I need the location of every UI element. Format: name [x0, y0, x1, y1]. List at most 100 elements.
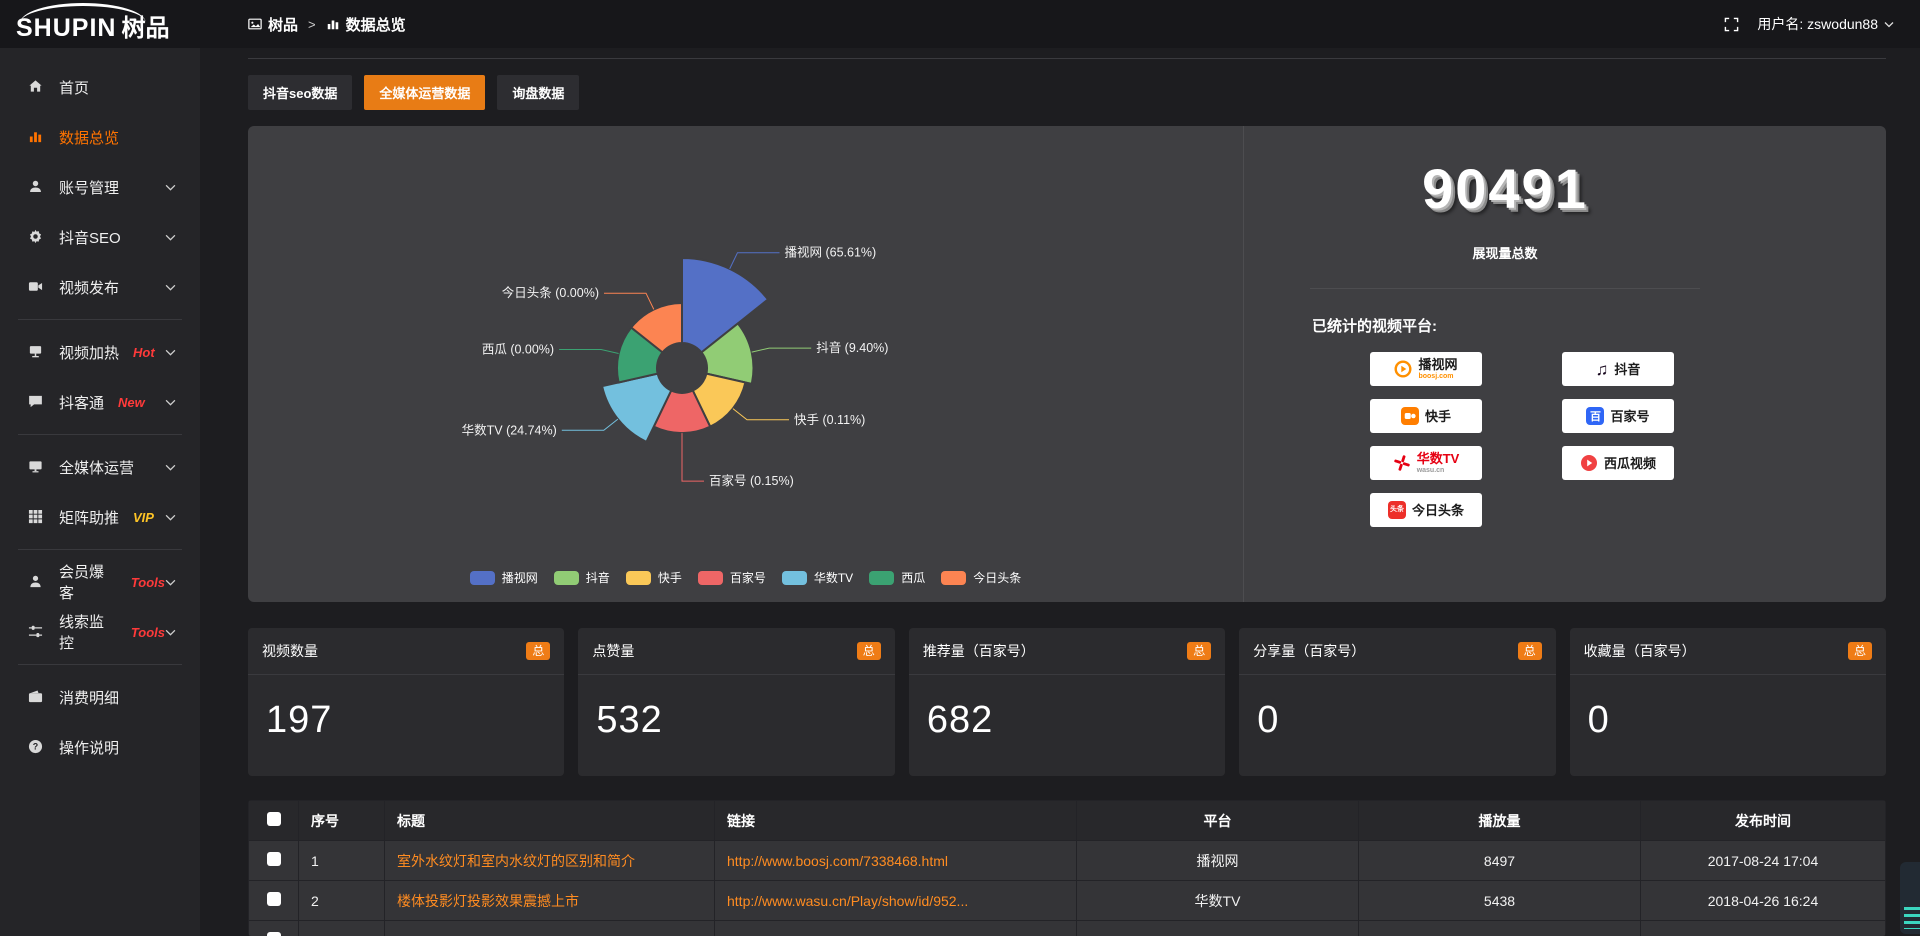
cell-platform: 华数TV	[1077, 881, 1359, 921]
chevron-down-icon	[165, 514, 176, 521]
total-badge[interactable]: 总	[526, 642, 550, 660]
platform-name: 今日头条	[1412, 504, 1464, 517]
sidebar-item-home[interactable]: 首页	[0, 62, 200, 112]
pie-slice-华数TV[interactable]	[602, 374, 671, 442]
sidebar-item-label: 消费明细	[59, 687, 119, 708]
sidebar-item-chat[interactable]: 抖客通New	[0, 377, 200, 427]
legend-item-西瓜[interactable]: 西瓜	[869, 569, 925, 586]
col-header-title: 标题	[385, 801, 715, 841]
legend-swatch	[626, 571, 651, 585]
kuaishou-logo-icon	[1401, 407, 1419, 425]
sidebar-item-bar-chart[interactable]: 数据总览	[0, 112, 200, 162]
video-icon	[28, 279, 44, 295]
total-badge[interactable]: 总	[1518, 642, 1542, 660]
chevron-down-icon	[165, 629, 176, 636]
table-row: 1室外水纹灯和室内水纹灯的区别和简介http://www.boosj.com/7…	[249, 841, 1886, 881]
total-badge[interactable]: 总	[857, 642, 881, 660]
col-header-link: 链接	[715, 801, 1077, 841]
row-checkbox[interactable]	[267, 892, 281, 906]
legend-label: 西瓜	[901, 569, 925, 586]
platform-name: 快手	[1425, 410, 1451, 423]
total-badge[interactable]: 总	[1187, 642, 1211, 660]
logo-arc	[20, 3, 146, 23]
cell-link[interactable]: http://www.wasu.cn/Play/show/id/952...	[715, 881, 1077, 921]
bar-chart-icon	[28, 129, 44, 145]
svg-text:?: ?	[33, 742, 38, 752]
platform-name: 播视网	[1418, 358, 1457, 371]
impressions-total-value: 90491	[1290, 156, 1720, 221]
wasu-logo-icon	[1393, 454, 1411, 472]
chevron-down-icon	[165, 579, 176, 586]
col-header-platform: 平台	[1077, 801, 1359, 841]
sidebar-item-heat-screen[interactable]: 视频加热Hot	[0, 327, 200, 377]
platform-subtext: wasu.cn	[1417, 467, 1445, 474]
sidebar-item-grid[interactable]: 矩阵助推VIP	[0, 492, 200, 542]
platform-badge-抖音: ♫抖音	[1562, 352, 1674, 386]
chart-legend: 播视网抖音快手百家号 华数TV 西瓜今日头条	[248, 569, 1243, 586]
stat-card-label: 分享量（百家号）	[1253, 641, 1365, 661]
pie-label: 快手 (0.11%)	[794, 413, 865, 427]
legend-label: 华数TV	[814, 569, 853, 586]
stat-card-点赞量: 点赞量总532	[578, 628, 894, 776]
sidebar-item-badge: VIP	[133, 510, 154, 525]
breadcrumb-root-label: 树品	[268, 14, 298, 35]
grid-icon	[28, 509, 44, 525]
tab-抖音seo数据[interactable]: 抖音seo数据	[248, 75, 352, 110]
legend-item-播视网[interactable]: 播视网	[470, 569, 538, 586]
sidebar-item-wallet[interactable]: 消费明细	[0, 672, 200, 722]
platform-subtext: boosj.com	[1418, 373, 1453, 380]
cell-time: 2017-08-24 17:04	[1641, 841, 1886, 881]
pie-label: 播视网 (65.61%)	[785, 245, 877, 260]
breadcrumb-root[interactable]: 树品	[248, 14, 298, 35]
select-all-checkbox[interactable]	[267, 812, 281, 826]
sidebar-item-question[interactable]: ?操作说明	[0, 722, 200, 772]
col-header-views: 播放量	[1359, 801, 1641, 841]
sidebar-item-gear[interactable]: 抖音SEO	[0, 212, 200, 262]
sidebar-divider	[18, 319, 182, 320]
tab-询盘数据[interactable]: 询盘数据	[497, 75, 579, 110]
legend-item-华数TV[interactable]: 华数TV	[782, 569, 853, 586]
sidebar-item-monitor[interactable]: 全媒体运营	[0, 442, 200, 492]
legend-item-抖音[interactable]: 抖音	[554, 569, 610, 586]
row-checkbox[interactable]	[267, 932, 281, 936]
platform-badge-华数TV: 华数TVwasu.cn	[1370, 446, 1482, 480]
legend-swatch	[869, 571, 894, 585]
platforms-title: 已统计的视频平台:	[1312, 315, 1720, 336]
sidebar-item-badge: Tools	[131, 575, 165, 590]
legend-swatch	[470, 571, 495, 585]
sidebar-item-label: 抖客通	[59, 392, 104, 413]
music-note-glyph: ♫	[1596, 361, 1609, 378]
platform-name: 西瓜视频	[1604, 457, 1656, 470]
legend-item-今日头条[interactable]: 今日头条	[941, 569, 1021, 586]
legend-item-快手[interactable]: 快手	[626, 569, 682, 586]
main-content: 抖音seo数据全媒体运营数据询盘数据 播视网 (65.61%)抖音 (9.40%…	[200, 48, 1920, 936]
rose-chart[interactable]: 播视网 (65.61%)抖音 (9.40%)快手 (0.11%)百家号 (0.1…	[248, 126, 1243, 596]
row-checkbox[interactable]	[267, 852, 281, 866]
floating-helper-widget[interactable]	[1900, 862, 1920, 934]
chevron-down-icon	[165, 184, 176, 191]
fullscreen-icon[interactable]	[1724, 17, 1739, 32]
platform-badge-西瓜视频: 西瓜视频	[1562, 446, 1674, 480]
topbar-right: 用户名: zswodun88	[1724, 14, 1920, 34]
sidebar-item-sliders[interactable]: 线索监控Tools	[0, 607, 200, 657]
sidebar-item-label: 抖音SEO	[59, 227, 121, 248]
cell-title[interactable]: 楼体投影灯投影效果震撼上市	[385, 881, 715, 921]
topbar: SHUPIN 树品 树品 > 数据总览 用户名: zswodun88	[0, 0, 1920, 48]
sidebar-item-video[interactable]: 视频发布	[0, 262, 200, 312]
chevron-down-icon	[165, 464, 176, 471]
summary-divider	[1310, 288, 1700, 289]
tab-全媒体运营数据[interactable]: 全媒体运营数据	[364, 75, 485, 110]
stat-card-value: 0	[1239, 675, 1555, 766]
cell-title[interactable]: 室外水纹灯和室内水纹灯的区别和简介	[385, 841, 715, 881]
sidebar-item-person[interactable]: 会员爆客 Tools	[0, 557, 200, 607]
cell-time: 2018-04-26 16:24	[1641, 881, 1886, 921]
total-badge[interactable]: 总	[1848, 642, 1872, 660]
user-menu[interactable]: 用户名: zswodun88	[1757, 14, 1894, 34]
legend-item-百家号[interactable]: 百家号	[698, 569, 766, 586]
cell-link[interactable]: http://www.boosj.com/7338468.html	[715, 841, 1077, 881]
stat-card-label: 收藏量（百家号）	[1584, 641, 1696, 661]
breadcrumb-current[interactable]: 数据总览	[326, 14, 406, 35]
sidebar-item-label: 会员爆客	[59, 561, 117, 603]
sidebar-item-user[interactable]: 账号管理	[0, 162, 200, 212]
impressions-total-label: 展现量总数	[1290, 243, 1720, 262]
